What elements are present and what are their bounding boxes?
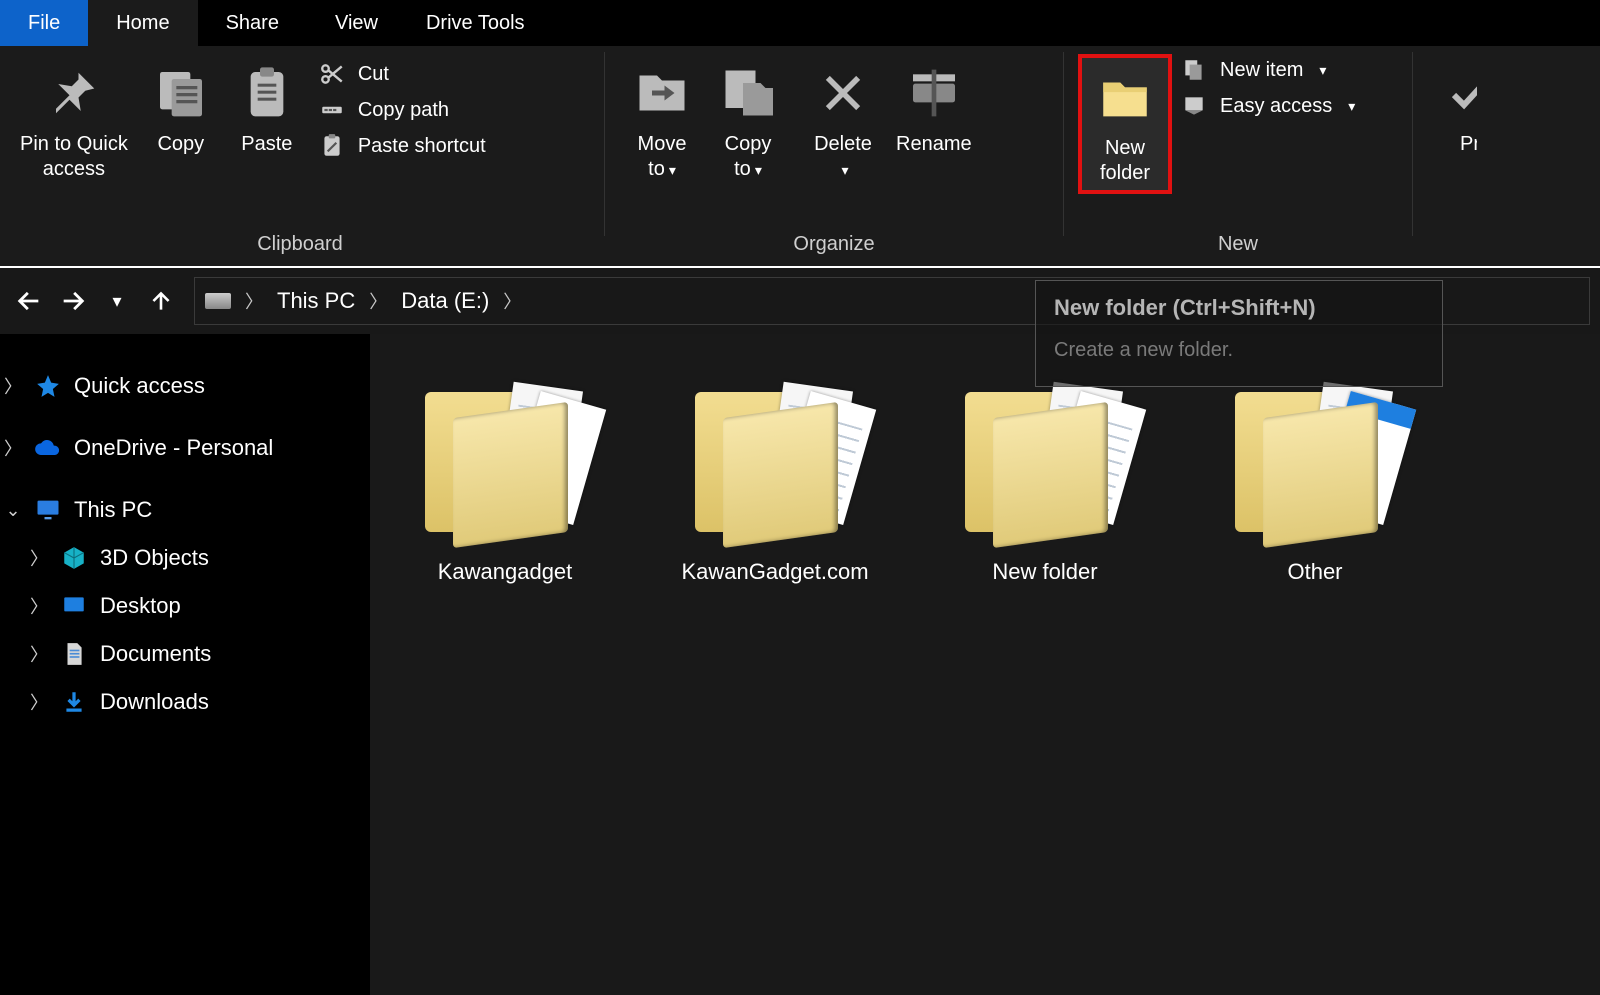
item-label: New folder	[992, 558, 1097, 587]
desktop-icon	[60, 592, 88, 620]
item-label: KawanGadget.com	[681, 558, 868, 587]
navigation-pane: 〉 Quick access 〉 OneDrive - Personal ⌄ T…	[0, 334, 370, 995]
delete-button[interactable]: Delete▾	[800, 54, 886, 186]
sidebar-onedrive[interactable]: 〉 OneDrive - Personal	[0, 424, 370, 472]
sidebar-downloads[interactable]: 〉 Downloads	[0, 678, 370, 726]
folder-icon	[425, 374, 585, 544]
copy-path-icon	[318, 96, 346, 124]
folder-item[interactable]: KawanGadget.com	[670, 374, 880, 587]
new-item-button[interactable]: New item▾	[1180, 56, 1355, 84]
group-label-organize: Organize	[619, 233, 1049, 260]
chevron-right-icon: 〉	[4, 373, 22, 399]
breadcrumb-drive[interactable]: Data (E:)	[401, 288, 489, 314]
group-new: New folder New item▾ Easy access▾ New	[1068, 46, 1408, 266]
chevron-right-icon: 〉	[4, 435, 22, 461]
properties-button[interactable]: Pr	[1427, 54, 1477, 161]
cloud-icon	[34, 434, 62, 462]
document-icon	[60, 640, 88, 668]
main-split: 〉 Quick access 〉 OneDrive - Personal ⌄ T…	[0, 334, 1600, 995]
easy-access-button[interactable]: Easy access▾	[1180, 92, 1355, 120]
folder-icon	[965, 374, 1125, 544]
chevron-right-icon: 〉	[369, 288, 387, 314]
breadcrumb-this-pc[interactable]: This PC	[277, 288, 355, 314]
chevron-right-icon: 〉	[503, 288, 521, 314]
tab-share[interactable]: Share	[198, 0, 307, 46]
tooltip-title: New folder (Ctrl+Shift+N)	[1054, 295, 1424, 321]
folder-item[interactable]: Kawangadget	[400, 374, 610, 587]
chevron-right-icon: 〉	[30, 593, 48, 619]
move-to-button[interactable]: Move to▾	[619, 54, 705, 186]
item-label: Kawangadget	[438, 558, 573, 587]
folder-item[interactable]: Other	[1210, 374, 1420, 587]
chevron-right-icon: 〉	[30, 689, 48, 715]
separator	[1063, 52, 1064, 236]
new-folder-button[interactable]: New folder	[1078, 54, 1172, 194]
cube-icon	[60, 544, 88, 572]
scissors-icon	[318, 60, 346, 88]
download-icon	[60, 688, 88, 716]
ribbon: Pin to Quick access Copy Paste	[0, 46, 1600, 266]
chevron-right-icon: 〉	[30, 545, 48, 571]
tab-home[interactable]: Home	[88, 0, 197, 46]
group-properties-partial: Pr	[1417, 46, 1477, 266]
chevron-down-icon: ⌄	[4, 500, 22, 521]
sidebar-3d-objects[interactable]: 〉 3D Objects	[0, 534, 370, 582]
item-label: Other	[1287, 558, 1342, 587]
group-label-new: New	[1078, 233, 1398, 260]
folder-item[interactable]: New folder	[940, 374, 1150, 587]
ribbon-tabs: File Home Share View Drive Tools	[0, 0, 1600, 46]
separator	[604, 52, 605, 236]
new-folder-tooltip: New folder (Ctrl+Shift+N) Create a new f…	[1035, 280, 1443, 387]
monitor-icon	[34, 496, 62, 524]
pin-icon	[41, 60, 107, 126]
sidebar-this-pc[interactable]: ⌄ This PC	[0, 486, 370, 534]
move-to-icon	[629, 60, 695, 126]
tooltip-body: Create a new folder.	[1054, 339, 1424, 362]
star-icon	[34, 372, 62, 400]
folder-icon	[1235, 374, 1395, 544]
tab-view[interactable]: View	[307, 0, 406, 46]
drive-icon	[205, 293, 231, 309]
checkmark-icon	[1437, 60, 1477, 126]
copy-to-button[interactable]: Copy to▾	[705, 54, 791, 186]
group-organize: Move to▾ Copy to▾ Delete▾ Rename	[609, 46, 1059, 266]
group-clipboard: Pin to Quick access Copy Paste	[0, 46, 600, 266]
new-item-icon	[1180, 56, 1208, 84]
sidebar-desktop[interactable]: 〉 Desktop	[0, 582, 370, 630]
separator	[1412, 52, 1413, 236]
paste-shortcut-button[interactable]: Paste shortcut	[318, 132, 486, 160]
paste-icon	[234, 60, 300, 126]
rename-button[interactable]: Rename	[886, 54, 982, 161]
copy-to-icon	[715, 60, 781, 126]
items-view[interactable]: Kawangadget KawanGadget.com New folder O…	[370, 334, 1600, 995]
paste-shortcut-icon	[318, 132, 346, 160]
easy-access-icon	[1180, 92, 1208, 120]
nav-history-button[interactable]: ▾	[98, 282, 136, 320]
chevron-right-icon: 〉	[30, 641, 48, 667]
folder-icon	[695, 374, 855, 544]
sidebar-quick-access[interactable]: 〉 Quick access	[0, 362, 370, 410]
chevron-right-icon: 〉	[245, 288, 263, 314]
rename-icon	[901, 60, 967, 126]
nav-up-button[interactable]	[142, 282, 180, 320]
nav-forward-button[interactable]	[54, 282, 92, 320]
cut-button[interactable]: Cut	[318, 60, 486, 88]
delete-icon	[810, 60, 876, 126]
copy-icon	[148, 60, 214, 126]
sidebar-documents[interactable]: 〉 Documents	[0, 630, 370, 678]
copy-path-button[interactable]: Copy path	[318, 96, 486, 124]
pin-to-quick-access-button[interactable]: Pin to Quick access	[10, 54, 138, 186]
tab-drive-tools[interactable]: Drive Tools	[426, 0, 525, 46]
copy-button[interactable]: Copy	[138, 54, 224, 161]
group-label-clipboard: Clipboard	[10, 233, 590, 260]
nav-back-button[interactable]	[10, 282, 48, 320]
new-folder-icon	[1092, 64, 1158, 130]
tab-file[interactable]: File	[0, 0, 88, 46]
paste-button[interactable]: Paste	[224, 54, 310, 161]
